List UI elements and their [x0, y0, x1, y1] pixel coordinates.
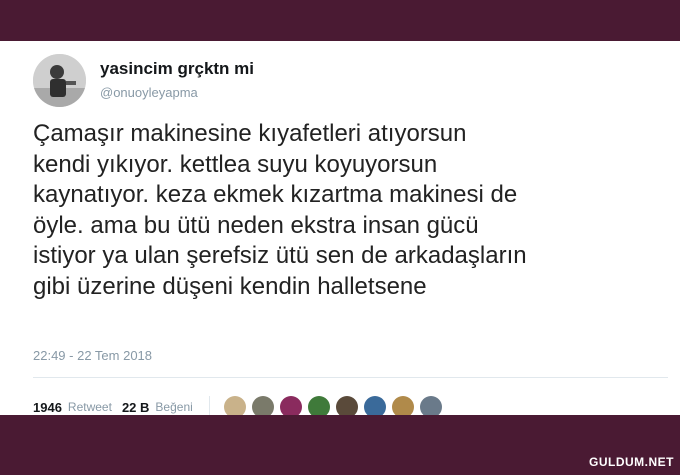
tweet-card: yasincim grçktn mi @onuoyleyapma Çamaşır…: [0, 41, 680, 418]
watermark: GULDUM.NET: [589, 455, 674, 469]
avatar[interactable]: [33, 54, 86, 107]
tweet-text: Çamaşır makinesine kıyafetleri atıyorsun…: [33, 120, 527, 300]
divider: [33, 377, 668, 378]
like-count[interactable]: 22 B: [122, 400, 149, 415]
like-label[interactable]: Beğeni: [155, 400, 192, 414]
display-name[interactable]: yasincim grçktn mi: [100, 59, 254, 79]
engagement-stats: 1946 Retweet 22 B Beğeni: [33, 396, 448, 418]
tweet-timestamp[interactable]: 22:49 - 22 Tem 2018: [33, 348, 152, 363]
retweet-label[interactable]: Retweet: [68, 400, 112, 414]
avatar-photo-icon: [33, 54, 86, 107]
retweet-count[interactable]: 1946: [33, 400, 62, 415]
footer-band: GULDUM.NET: [0, 415, 680, 475]
user-handle[interactable]: @onuoyleyapma: [100, 85, 198, 100]
